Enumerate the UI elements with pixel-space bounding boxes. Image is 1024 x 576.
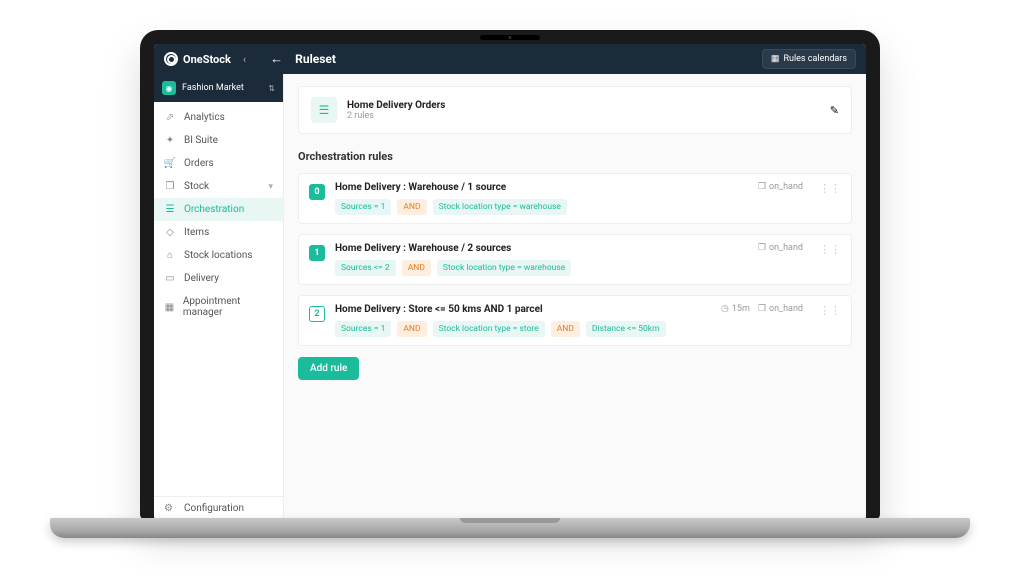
sidebar-nav: ⬀ Analytics ✦ BI Suite 🛒 Orders ❒ Stock ▾ ☰ Orches… — [154, 102, 283, 496]
rule-index: 0 — [309, 184, 325, 200]
condition-tag: Sources = 1 — [335, 199, 391, 215]
sidebar-item-label: Delivery — [184, 273, 219, 284]
cube-icon: ❒ — [164, 181, 176, 192]
page-title: Ruleset — [295, 52, 336, 66]
meta-text: on_hand — [769, 243, 803, 253]
ruleset-subtitle: 2 rules — [347, 111, 820, 121]
sidebar-item-label: BI Suite — [184, 135, 218, 146]
ruleset-icon: ☰ — [311, 97, 337, 123]
rules-calendars-button[interactable]: ▦ Rules calendars — [762, 49, 856, 69]
condition-operator: AND — [402, 260, 431, 276]
rule-card[interactable]: 1 Home Delivery : Warehouse / 2 sources So… — [298, 234, 852, 285]
sidebar-item-label: Analytics — [184, 112, 225, 123]
cube-icon: ❒ — [758, 243, 766, 253]
ruleset-title: Home Delivery Orders — [347, 100, 820, 111]
section-title: Orchestration rules — [298, 150, 852, 163]
rule-title: Home Delivery : Warehouse / 2 sources — [335, 243, 748, 254]
configuration-label: Configuration — [184, 503, 244, 514]
drag-handle-icon[interactable]: ⋮⋮ — [813, 182, 841, 195]
selector-arrows-icon: ⇅ — [268, 84, 275, 93]
back-button[interactable]: ← — [270, 51, 283, 67]
sidebar-item-delivery[interactable]: ▭ Delivery — [154, 267, 283, 290]
meta-text: 15m — [732, 304, 750, 314]
meta-item: ❒on_hand — [758, 243, 803, 253]
sidebar-item-label: Items — [184, 227, 209, 238]
truck-icon: ▭ — [164, 273, 176, 284]
brand-icon — [164, 52, 178, 66]
calendar-icon: ▦ — [771, 54, 780, 64]
condition-tag: Stock location type = warehouse — [437, 260, 571, 276]
calendar-icon: ▦ — [164, 302, 175, 313]
sidebar-item-stock[interactable]: ❒ Stock ▾ — [154, 175, 283, 198]
sidebar-collapse-button[interactable]: ‹ — [243, 53, 246, 66]
rule-index: 2 — [309, 306, 325, 322]
brand-name: OneStock — [183, 53, 231, 66]
meta-item: ◷15m — [721, 304, 750, 314]
rule-meta: ❒on_hand — [758, 182, 803, 192]
store-icon: ⌂ — [164, 250, 176, 261]
rule-body: Home Delivery : Warehouse / 1 source Sour… — [335, 182, 748, 215]
tenant-name: Fashion Market — [182, 83, 262, 93]
rule-title: Home Delivery : Warehouse / 1 source — [335, 182, 748, 193]
sidebar-item-bi-suite[interactable]: ✦ BI Suite — [154, 129, 283, 152]
cube-icon: ❒ — [758, 182, 766, 192]
ruleset-header: ☰ Home Delivery Orders 2 rules ✎ — [298, 86, 852, 134]
cart-icon: 🛒 — [164, 158, 176, 169]
add-rule-button[interactable]: Add rule — [298, 357, 359, 380]
sidebar-item-label: Orders — [184, 158, 214, 169]
rule-index: 1 — [309, 245, 325, 261]
sidebar-item-label: Appointment manager — [183, 296, 273, 318]
chart-icon: ✦ — [164, 135, 176, 146]
sidebar-item-label: Stock — [184, 181, 209, 192]
cube-icon: ❒ — [758, 304, 766, 314]
rule-conditions: Sources = 1 AND Stock location type = stor… — [335, 321, 711, 337]
condition-tag: Stock location type = store — [433, 321, 545, 337]
rule-conditions: Sources = 1 AND Stock location type = ware… — [335, 199, 748, 215]
tenant-icon: ◉ — [162, 81, 176, 95]
drag-handle-icon[interactable]: ⋮⋮ — [813, 243, 841, 256]
rule-card[interactable]: 0 Home Delivery : Warehouse / 1 source Sou… — [298, 173, 852, 224]
condition-operator: AND — [397, 321, 426, 337]
brand-logo[interactable]: OneStock — [164, 52, 231, 66]
sidebar-item-appointment-manager[interactable]: ▦ Appointment manager — [154, 290, 283, 324]
sidebar-item-orders[interactable]: 🛒 Orders — [154, 152, 283, 175]
condition-operator: AND — [551, 321, 580, 337]
meta-text: on_hand — [769, 182, 803, 192]
sidebar-item-stock-locations[interactable]: ⌂ Stock locations — [154, 244, 283, 267]
edit-ruleset-button[interactable]: ✎ — [830, 104, 839, 117]
analytics-icon: ⬀ — [164, 112, 176, 123]
settings-icon: ⚙ — [164, 503, 176, 514]
meta-text: on_hand — [769, 304, 803, 314]
rule-conditions: Sources <= 2 AND Stock location type = war… — [335, 260, 748, 276]
sidebar-item-label: Orchestration — [184, 204, 244, 215]
sidebar-item-analytics[interactable]: ⬀ Analytics — [154, 106, 283, 129]
sidebar-item-orchestration[interactable]: ☰ Orchestration — [154, 198, 283, 221]
condition-tag: Distance <= 50km — [586, 321, 666, 337]
condition-tag: Sources = 1 — [335, 321, 391, 337]
meta-item: ❒on_hand — [758, 182, 803, 192]
sidebar-item-items[interactable]: ◇ Items — [154, 221, 283, 244]
rules-calendars-label: Rules calendars — [783, 54, 847, 64]
condition-tag: Sources <= 2 — [335, 260, 396, 276]
condition-tag: Stock location type = warehouse — [433, 199, 567, 215]
rule-meta: ❒on_hand — [758, 243, 803, 253]
list-icon: ☰ — [164, 204, 176, 215]
tag-icon: ◇ — [164, 227, 176, 238]
sidebar-item-configuration[interactable]: ⚙ Configuration — [154, 496, 283, 520]
main-content: ☰ Home Delivery Orders 2 rules ✎ Orchest… — [284, 74, 866, 520]
drag-handle-icon[interactable]: ⋮⋮ — [813, 304, 841, 317]
rule-title: Home Delivery : Store <= 50 kms AND 1 pa… — [335, 304, 711, 315]
rule-body: Home Delivery : Warehouse / 2 sources Sou… — [335, 243, 748, 276]
sidebar-item-label: Stock locations — [184, 250, 253, 261]
clock-icon: ◷ — [721, 304, 729, 314]
top-bar: OneStock ‹ ← Ruleset ▦ Rules calendars — [154, 44, 866, 74]
chevron-down-icon: ▾ — [268, 182, 273, 192]
rule-body: Home Delivery : Store <= 50 kms AND 1 pa… — [335, 304, 711, 337]
rule-card[interactable]: 2 Home Delivery : Store <= 50 kms AND 1 p… — [298, 295, 852, 346]
rule-meta: ◷15m ❒on_hand — [721, 304, 803, 314]
sidebar: ◉ Fashion Market ⇅ ⬀ Analytics ✦ BI Suite 🛒 O… — [154, 74, 284, 520]
condition-operator: AND — [397, 199, 426, 215]
meta-item: ❒on_hand — [758, 304, 803, 314]
tenant-selector[interactable]: ◉ Fashion Market ⇅ — [154, 74, 283, 102]
